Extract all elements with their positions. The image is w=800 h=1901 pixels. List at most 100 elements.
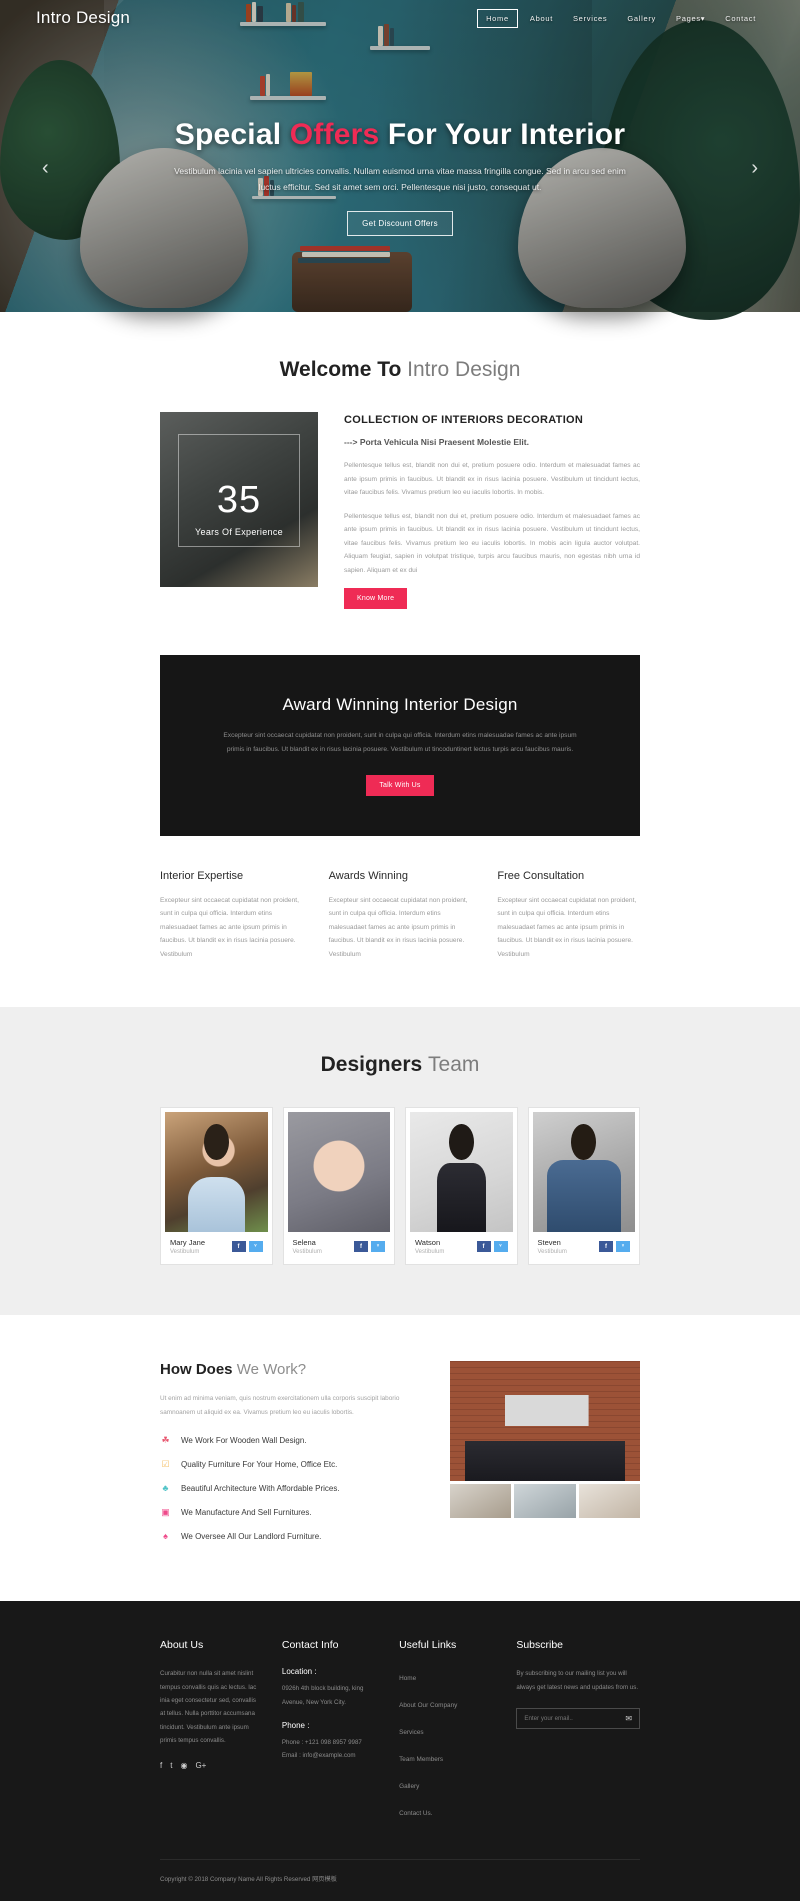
footer-bottom: Copyright © 2018 Company Name All Rights… <box>160 1859 640 1901</box>
welcome-title-bold: Welcome To <box>279 358 408 381</box>
welcome-container: Welcome To Intro Design 35 Years Of Expe… <box>160 358 640 610</box>
nav-item-gallery[interactable]: Gallery <box>619 10 664 27</box>
footer-link-gallery[interactable]: Gallery <box>399 1783 419 1790</box>
footer-about-title: About Us <box>160 1639 204 1652</box>
footer-subscribe-title: Subscribe <box>516 1639 564 1652</box>
nav-item-pages[interactable]: Pages▾ <box>668 10 713 27</box>
how-thumbnail[interactable] <box>578 1484 640 1519</box>
twitter-icon[interactable]: ᵛ <box>616 1241 630 1253</box>
footer-link-team[interactable]: Team Members <box>399 1756 443 1763</box>
welcome-subheading: ---> Porta Vehicula Nisi Praesent Molest… <box>344 437 529 447</box>
nav-item-contact[interactable]: Contact <box>717 10 764 27</box>
team-member-card[interactable]: Watson Vestibulum f ᵛ <box>405 1107 518 1266</box>
footer-link-contact[interactable]: Contact Us. <box>399 1810 432 1817</box>
how-list-item: ♠ We Oversee All Our Landlord Furniture. <box>160 1531 428 1542</box>
footer-location-value: 0926h 4th block building, king Avenue, N… <box>281 1685 364 1706</box>
footer-subscribe-column: Subscribe By subscribing to our mailing … <box>516 1639 641 1829</box>
experience-label: Years Of Experience <box>195 526 283 537</box>
hero-content: Special Offers For Your Interior Vestibu… <box>0 0 800 312</box>
twitter-icon[interactable]: ᵛ <box>248 1241 263 1253</box>
award-paragraph: Excepteur sint occaecat cupidatat non pr… <box>223 732 577 753</box>
footer-link-home[interactable]: Home <box>399 1675 416 1682</box>
footer-phone-label: Phone : <box>281 1720 310 1730</box>
footer-useful-title: Useful Links <box>399 1639 457 1652</box>
how-list-item: ▣ We Manufacture And Sell Furnitures. <box>160 1507 428 1518</box>
welcome-section: Welcome To Intro Design 35 Years Of Expe… <box>0 312 800 655</box>
site-brand[interactable]: Intro Design <box>36 8 130 28</box>
how-thumbnail[interactable] <box>450 1484 512 1519</box>
team-member-card[interactable]: Steven Vestibulum f ᵛ <box>527 1107 640 1266</box>
member-name: Mary Jane <box>170 1238 206 1248</box>
member-meta: Selena Vestibulum f ᵛ <box>288 1232 391 1264</box>
welcome-row: 35 Years Of Experience COLLECTION OF INT… <box>160 412 640 610</box>
feature-interior-expertise: Interior Expertise Excepteur sint occaec… <box>160 870 303 962</box>
feature-text: Excepteur sint occaecat cupidatat non pr… <box>328 896 468 958</box>
footer-about-column: About Us Curabitur non nulla sit amet ni… <box>160 1639 258 1829</box>
hero-title-part2: For Your Interior <box>379 118 626 151</box>
twitter-icon[interactable]: t <box>170 1761 172 1770</box>
footer-link-about[interactable]: About Our Company <box>399 1702 457 1709</box>
member-role: Vestibulum <box>292 1249 322 1256</box>
member-role: Vestibulum <box>170 1249 200 1256</box>
member-name: Watson <box>415 1238 441 1248</box>
how-row: How Does We Work? Ut enim ad minima veni… <box>160 1361 640 1555</box>
talk-with-us-button[interactable]: Talk With Us <box>366 774 434 796</box>
features-row: Interior Expertise Excepteur sint occaec… <box>160 870 640 962</box>
member-role: Vestibulum <box>415 1249 445 1256</box>
nav-item-services[interactable]: Services <box>565 10 615 27</box>
facebook-icon[interactable]: f <box>354 1241 368 1253</box>
award-banner: Award Winning Interior Design Excepteur … <box>160 655 640 836</box>
facebook-icon[interactable]: f <box>476 1241 491 1253</box>
subscribe-submit-button[interactable]: ✉ <box>618 1709 639 1728</box>
chevron-down-icon: ▾ <box>700 13 706 23</box>
how-title-bold: How Does <box>160 1361 237 1379</box>
hero-title: Special Offers For Your Interior <box>175 118 625 152</box>
team-title-bold: Designers <box>320 1053 429 1077</box>
hero-carousel: Intro Design Home About Services Gallery… <box>0 0 800 320</box>
how-we-work-section: How Does We Work? Ut enim ad minima veni… <box>0 1315 800 1601</box>
how-title: How Does We Work? <box>160 1361 428 1378</box>
how-left-column: How Does We Work? Ut enim ad minima veni… <box>160 1361 428 1555</box>
feature-awards-winning: Awards Winning Excepteur sint occaecat c… <box>329 870 472 962</box>
get-discount-offers-button[interactable]: Get Discount Offers <box>347 211 453 237</box>
team-grid: Mary Jane Vestibulum f ᵛ Selena Vestibul… <box>160 1107 640 1266</box>
twitter-icon[interactable]: ᵛ <box>493 1241 508 1253</box>
feature-title: Awards Winning <box>328 869 408 882</box>
carousel-prev-arrow[interactable]: ‹ <box>42 158 49 178</box>
footer-grid: About Us Curabitur non nulla sit amet ni… <box>160 1639 641 1829</box>
footer-links-list: Home About Our Company Services Team Mem… <box>399 1667 492 1820</box>
member-name: Selena <box>292 1238 316 1248</box>
facebook-icon[interactable]: f <box>231 1241 246 1253</box>
how-list-item: ☑ Quality Furniture For Your Home, Offic… <box>160 1459 428 1470</box>
footer-email-value: Email : info@example.com <box>281 1752 356 1760</box>
member-socials: f ᵛ <box>231 1241 263 1253</box>
footer-phone-value: Phone : +121 098 8957 9987 <box>281 1738 362 1746</box>
designers-team-section: Designers Team Mary Jane Vestibulum f ᵛ <box>0 1007 800 1316</box>
nav-item-about[interactable]: About <box>522 10 561 27</box>
instagram-icon[interactable]: ◉ <box>180 1761 187 1770</box>
carousel-next-arrow[interactable]: › <box>751 158 758 178</box>
member-photo <box>532 1112 635 1233</box>
google-plus-icon[interactable]: G+ <box>195 1761 206 1770</box>
team-member-card[interactable]: Selena Vestibulum f ᵛ <box>282 1107 395 1266</box>
feature-text: Excepteur sint occaecat cupidatat non pr… <box>160 896 299 958</box>
facebook-icon[interactable]: f <box>599 1241 613 1253</box>
team-member-card[interactable]: Mary Jane Vestibulum f ᵛ <box>160 1107 273 1266</box>
footer-link-services[interactable]: Services <box>399 1729 424 1736</box>
experience-badge: 35 Years Of Experience <box>160 412 318 587</box>
nav-item-home[interactable]: Home <box>477 8 518 28</box>
footer-link-item: Contact Us. <box>399 1802 492 1820</box>
how-title-light: We Work? <box>236 1361 307 1379</box>
footer-link-item: Team Members <box>399 1748 492 1766</box>
subscribe-email-input[interactable] <box>517 1708 619 1728</box>
how-thumbnail[interactable] <box>514 1484 576 1519</box>
twitter-icon[interactable]: ᵛ <box>371 1241 385 1253</box>
member-photo <box>287 1112 390 1233</box>
site-footer: About Us Curabitur non nulla sit amet ni… <box>0 1601 800 1901</box>
experience-inner: 35 Years Of Experience <box>160 412 318 587</box>
how-paragraph: Ut enim ad minima veniam, quis nostrum e… <box>160 1395 400 1416</box>
know-more-button[interactable]: Know More <box>344 588 408 610</box>
how-right-column <box>450 1361 640 1519</box>
facebook-icon[interactable]: f <box>160 1761 162 1770</box>
page-root: Intro Design Home About Services Gallery… <box>0 0 800 1901</box>
